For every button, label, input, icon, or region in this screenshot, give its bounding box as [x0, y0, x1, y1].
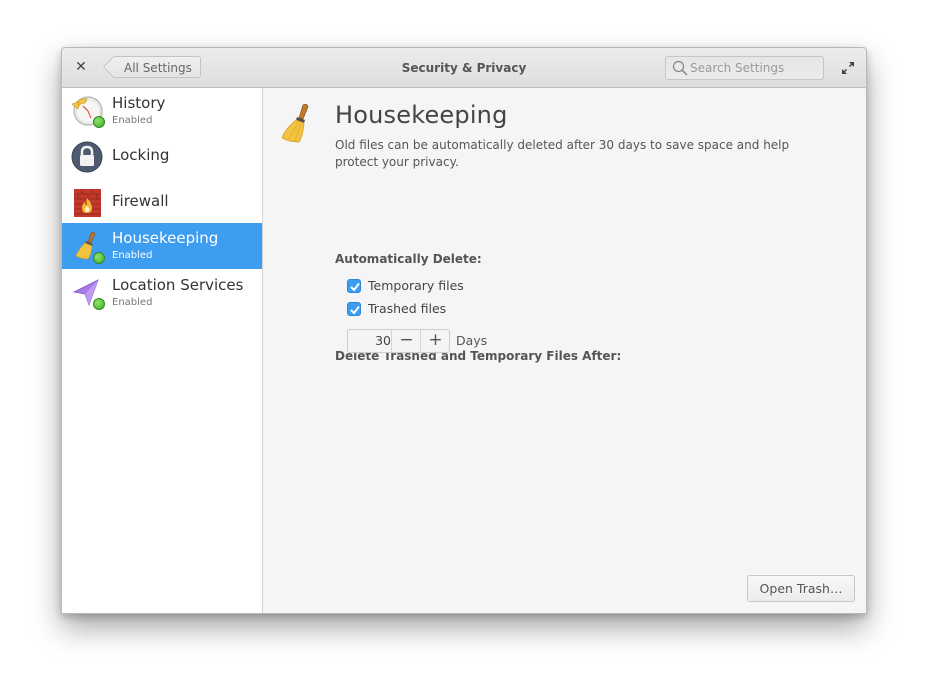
- sidebar-item-label: Locking: [112, 146, 170, 164]
- open-trash-button[interactable]: Open Trash…: [747, 575, 855, 602]
- sidebar-item-label: Location Services: [112, 276, 244, 294]
- sidebar-item-label: Firewall: [112, 192, 169, 210]
- sidebar-item-status: Enabled: [112, 115, 153, 126]
- increment-button[interactable]: +: [420, 330, 450, 352]
- sidebar-item-firewall[interactable]: Firewall: [62, 180, 262, 226]
- sidebar-item-housekeeping[interactable]: Housekeeping Enabled: [62, 223, 262, 269]
- sidebar-item-status: Enabled: [112, 297, 153, 308]
- settings-window: ✕ All Settings Security & Privacy Search…: [61, 47, 867, 614]
- sidebar-item-status: Enabled: [112, 250, 153, 261]
- back-button-label: All Settings: [124, 61, 192, 75]
- checkbox-label: Trashed files: [368, 301, 447, 316]
- broom-icon: [281, 103, 309, 143]
- header-bar: ✕ All Settings Security & Privacy: [62, 48, 866, 88]
- sidebar: History Enabled Locking Firewall Houseke…: [62, 88, 263, 613]
- status-enabled-dot: [93, 252, 105, 264]
- lock-icon: [71, 141, 103, 173]
- sidebar-item-locking[interactable]: Locking: [62, 134, 262, 180]
- days-spinbutton[interactable]: 30 − +: [347, 329, 450, 353]
- firewall-icon: [74, 189, 101, 217]
- page-title: Housekeeping: [335, 101, 508, 129]
- days-value[interactable]: 30: [348, 330, 391, 352]
- search-field-container[interactable]: [665, 56, 824, 80]
- close-icon: ✕: [75, 59, 87, 75]
- sidebar-item-location-services[interactable]: Location Services Enabled: [62, 270, 262, 316]
- checkmark-icon: [350, 282, 360, 292]
- search-icon: [672, 60, 688, 76]
- sidebar-item-label: Housekeeping: [112, 229, 219, 247]
- checkbox-label: Temporary files: [368, 278, 464, 293]
- checkbox-checked[interactable]: [347, 302, 361, 316]
- sidebar-item-history[interactable]: History Enabled: [62, 88, 262, 134]
- status-enabled-dot: [93, 116, 105, 128]
- search-input[interactable]: [690, 58, 818, 78]
- days-unit-label: Days: [456, 333, 488, 348]
- all-settings-back-button[interactable]: All Settings: [114, 56, 201, 78]
- checkbox-checked[interactable]: [347, 279, 361, 293]
- checkmark-icon: [350, 305, 360, 315]
- housekeeping-panel: Housekeeping Old files can be automatica…: [263, 88, 866, 613]
- maximize-icon[interactable]: [840, 60, 856, 76]
- close-button[interactable]: ✕: [72, 58, 90, 76]
- status-enabled-dot: [93, 298, 105, 310]
- decrement-button[interactable]: −: [391, 330, 421, 352]
- auto-delete-label: Automatically Delete:: [335, 252, 482, 266]
- page-description: Old files can be automatically deleted a…: [335, 138, 790, 169]
- sidebar-item-label: History: [112, 94, 166, 112]
